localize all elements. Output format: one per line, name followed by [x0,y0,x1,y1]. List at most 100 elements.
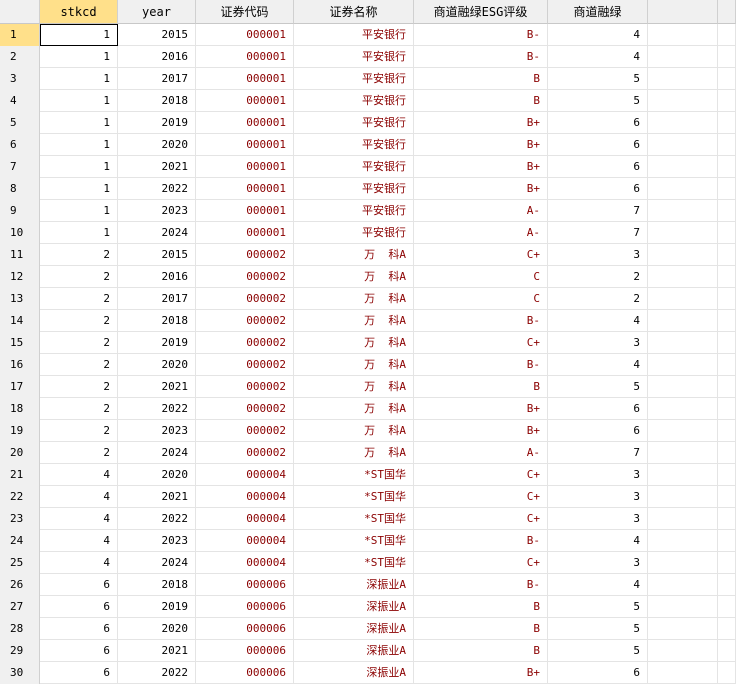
cell-esg-score[interactable]: 5 [548,90,648,112]
table-row[interactable]: 23 4 2022 000004 *ST国华 C+ 3 [0,508,736,530]
row-number[interactable]: 12 [0,266,40,288]
cell-empty[interactable] [648,464,718,486]
cell-security-name[interactable]: 平安银行 [294,90,414,112]
table-row[interactable]: 14 2 2018 000002 万 科A B- 4 [0,310,736,332]
cell-security-name[interactable]: 万 科A [294,398,414,420]
cell-year[interactable]: 2021 [118,376,196,398]
column-header-empty-2[interactable] [718,0,736,24]
cell-empty-2[interactable] [718,178,736,200]
cell-security-name[interactable]: 平安银行 [294,222,414,244]
cell-empty[interactable] [648,596,718,618]
cell-empty[interactable] [648,332,718,354]
cell-empty-2[interactable] [718,310,736,332]
cell-year[interactable]: 2023 [118,530,196,552]
cell-security-code[interactable]: 000001 [196,46,294,68]
cell-empty-2[interactable] [718,464,736,486]
cell-security-name[interactable]: 深振业A [294,640,414,662]
cell-esg-score[interactable]: 3 [548,332,648,354]
cell-security-code[interactable]: 000004 [196,530,294,552]
cell-esg-rating[interactable]: B [414,618,548,640]
cell-year[interactable]: 2022 [118,508,196,530]
cell-year[interactable]: 2020 [118,618,196,640]
cell-year[interactable]: 2019 [118,596,196,618]
cell-empty[interactable] [648,398,718,420]
cell-year[interactable]: 2016 [118,46,196,68]
row-number[interactable]: 19 [0,420,40,442]
cell-esg-score[interactable]: 7 [548,442,648,464]
row-number[interactable]: 14 [0,310,40,332]
cell-security-name[interactable]: 万 科A [294,332,414,354]
cell-empty-2[interactable] [718,508,736,530]
cell-empty-2[interactable] [718,90,736,112]
cell-year[interactable]: 2020 [118,134,196,156]
cell-year[interactable]: 2024 [118,552,196,574]
cell-empty-2[interactable] [718,46,736,68]
cell-esg-rating[interactable]: B- [414,574,548,596]
table-row[interactable]: 2 1 2016 000001 平安银行 B- 4 [0,46,736,68]
row-number[interactable]: 8 [0,178,40,200]
cell-security-name[interactable]: *ST国华 [294,530,414,552]
cell-empty-2[interactable] [718,354,736,376]
cell-security-name[interactable]: 深振业A [294,596,414,618]
cell-empty[interactable] [648,354,718,376]
cell-stkcd[interactable]: 1 [40,200,118,222]
cell-stkcd[interactable]: 1 [40,24,118,46]
cell-esg-score[interactable]: 4 [548,354,648,376]
cell-esg-rating[interactable]: C+ [414,486,548,508]
cell-security-name[interactable]: 深振业A [294,574,414,596]
table-row[interactable]: 28 6 2020 000006 深振业A B 5 [0,618,736,640]
cell-empty-2[interactable] [718,134,736,156]
cell-esg-rating[interactable]: B+ [414,398,548,420]
cell-esg-rating[interactable]: B- [414,530,548,552]
table-row[interactable]: 16 2 2020 000002 万 科A B- 4 [0,354,736,376]
row-number[interactable]: 7 [0,156,40,178]
cell-empty-2[interactable] [718,398,736,420]
table-row[interactable]: 18 2 2022 000002 万 科A B+ 6 [0,398,736,420]
cell-security-name[interactable]: 平安银行 [294,24,414,46]
cell-esg-rating[interactable]: C+ [414,508,548,530]
cell-esg-rating[interactable]: C+ [414,332,548,354]
cell-stkcd[interactable]: 1 [40,68,118,90]
row-number[interactable]: 4 [0,90,40,112]
cell-esg-score[interactable]: 7 [548,222,648,244]
column-header-esg-rating[interactable]: 商道融绿ESG评级 [414,0,548,24]
cell-security-code[interactable]: 000006 [196,640,294,662]
cell-stkcd[interactable]: 1 [40,222,118,244]
cell-security-code[interactable]: 000001 [196,178,294,200]
table-row[interactable]: 30 6 2022 000006 深振业A B+ 6 [0,662,736,684]
cell-year[interactable]: 2024 [118,442,196,464]
cell-empty[interactable] [648,486,718,508]
cell-esg-score[interactable]: 3 [548,486,648,508]
cell-stkcd[interactable]: 4 [40,508,118,530]
cell-security-code[interactable]: 000004 [196,552,294,574]
cell-year[interactable]: 2021 [118,156,196,178]
row-number[interactable]: 2 [0,46,40,68]
cell-esg-score[interactable]: 2 [548,266,648,288]
cell-stkcd[interactable]: 2 [40,376,118,398]
cell-esg-score[interactable]: 5 [548,640,648,662]
table-row[interactable]: 19 2 2023 000002 万 科A B+ 6 [0,420,736,442]
cell-empty[interactable] [648,640,718,662]
cell-security-name[interactable]: *ST国华 [294,464,414,486]
cell-empty[interactable] [648,24,718,46]
cell-security-code[interactable]: 000002 [196,354,294,376]
cell-stkcd[interactable]: 2 [40,288,118,310]
cell-year[interactable]: 2022 [118,662,196,684]
cell-year[interactable]: 2018 [118,90,196,112]
cell-esg-rating[interactable]: B+ [414,112,548,134]
cell-empty[interactable] [648,156,718,178]
cell-empty-2[interactable] [718,640,736,662]
cell-security-name[interactable]: *ST国华 [294,508,414,530]
cell-security-name[interactable]: 平安银行 [294,200,414,222]
row-number[interactable]: 25 [0,552,40,574]
cell-esg-rating[interactable]: B+ [414,134,548,156]
cell-stkcd[interactable]: 1 [40,112,118,134]
cell-security-name[interactable]: 万 科A [294,310,414,332]
table-row[interactable]: 8 1 2022 000001 平安银行 B+ 6 [0,178,736,200]
cell-security-code[interactable]: 000006 [196,662,294,684]
cell-esg-rating[interactable]: B [414,596,548,618]
table-row[interactable]: 6 1 2020 000001 平安银行 B+ 6 [0,134,736,156]
cell-security-code[interactable]: 000002 [196,244,294,266]
cell-empty-2[interactable] [718,266,736,288]
cell-stkcd[interactable]: 1 [40,46,118,68]
